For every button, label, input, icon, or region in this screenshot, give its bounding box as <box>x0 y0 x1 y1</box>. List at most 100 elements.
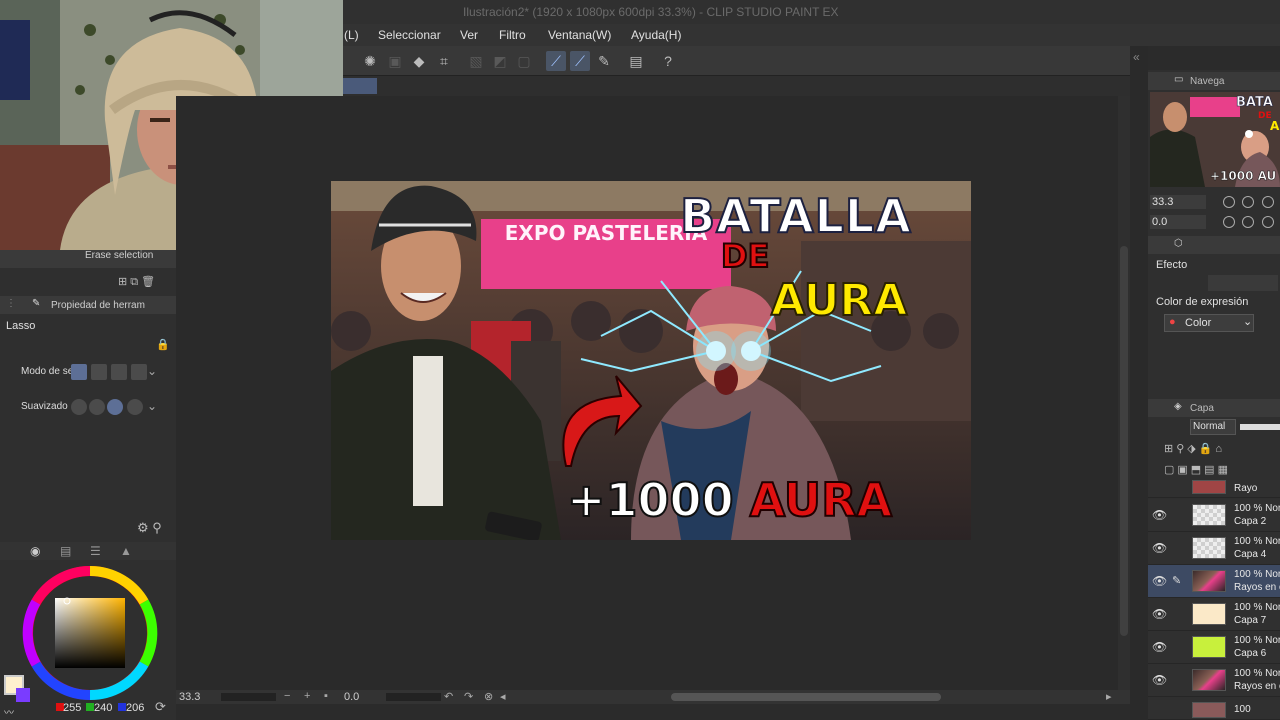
navigator-header: ▭ Navega <box>1148 72 1280 90</box>
ruler-snap-icon[interactable]: ⟋ <box>546 51 566 71</box>
canvas-tab[interactable] <box>343 78 377 94</box>
rotate-right-icon[interactable]: ↷ <box>464 690 473 703</box>
canvas[interactable]: EXPO PASTELERÍA BATALLA DE AURA +1000 AU… <box>331 181 971 540</box>
layer-actions-icon[interactable]: ▢▣⬒▤▦ <box>1164 463 1231 476</box>
add-selection-button[interactable] <box>91 364 107 380</box>
rotation-value[interactable]: 0.0 <box>344 691 359 703</box>
menu-view[interactable]: Ver <box>460 28 478 42</box>
layer-row[interactable]: Rayo <box>1148 480 1280 498</box>
nav-zoom-out-icon[interactable] <box>1223 196 1235 208</box>
reset-rotation-icon[interactable]: ⊗ <box>484 690 493 703</box>
horizontal-scroll-thumb[interactable] <box>671 693 941 701</box>
grid-snap-icon[interactable]: ✎ <box>594 51 614 71</box>
layer-opacity: 100 % Nor <box>1234 503 1280 514</box>
collapse-icon[interactable]: « <box>1133 50 1140 64</box>
layer-row[interactable]: 👁 100 % Nor Rayos en ojo <box>1148 664 1280 697</box>
menu-select[interactable]: Seleccionar <box>378 28 441 42</box>
layer-row[interactable]: 👁 ✎ 100 % Nor Rayos en ojo <box>1148 565 1280 598</box>
layer-tools-icon[interactable]: ⊞⚲⬗🔒⌂ <box>1164 442 1225 455</box>
sub-color-swatch[interactable] <box>16 688 30 702</box>
editing-pen-icon: ✎ <box>1172 575 1182 587</box>
new-selection-button[interactable] <box>71 364 87 380</box>
smoothing-level-1[interactable] <box>71 399 87 415</box>
visibility-eye-icon[interactable]: 👁 <box>1152 640 1167 654</box>
layer-row[interactable]: 👁 100 % Nor Capa 4 <box>1148 532 1280 565</box>
sub-tool-actions-icon[interactable]: ⊞ ⧉ 🗑 <box>118 275 155 289</box>
zoom-slider[interactable] <box>221 693 276 701</box>
crop-icon[interactable]: ⌗ <box>434 51 454 71</box>
navigator-preview[interactable]: BATA DE A +1000 AU <box>1150 92 1280 187</box>
menu-filter[interactable]: Filtro <box>499 28 526 42</box>
color-mode-icon[interactable]: ⟳ <box>155 699 166 715</box>
nav-rotate-left-icon[interactable] <box>1223 216 1235 228</box>
vertical-scroll-thumb[interactable] <box>1120 246 1128 636</box>
expression-color-select[interactable]: ● Color ⌄ <box>1164 314 1254 332</box>
layer-row[interactable]: 👁 100 % Nor Capa 6 <box>1148 631 1280 664</box>
navigator-rotation[interactable]: 0.0 <box>1150 215 1206 229</box>
visibility-eye-icon[interactable]: 👁 <box>1152 541 1167 555</box>
opacity-slider[interactable] <box>1240 424 1280 430</box>
nav-fit-icon[interactable] <box>1262 196 1274 208</box>
color-wheel[interactable] <box>20 563 160 703</box>
navigator-zoom[interactable]: 33.3 <box>1150 195 1206 209</box>
tablet-icon[interactable]: ▤ <box>626 51 646 71</box>
transparent-color-icon[interactable]: 〰 <box>4 704 34 719</box>
subtract-selection-button[interactable] <box>111 364 127 380</box>
effect-buttons[interactable] <box>1208 275 1278 291</box>
scroll-left-icon[interactable]: ◂ <box>500 690 506 703</box>
canvas-vertical-scrollbar[interactable] <box>1118 96 1130 690</box>
layer-opacity: 100 % Nor <box>1234 668 1280 679</box>
visibility-eye-icon[interactable]: 👁 <box>1152 607 1167 621</box>
special-ruler-snap-icon[interactable]: ⟋ <box>570 51 590 71</box>
scroll-right-icon[interactable]: ▸ <box>1106 690 1112 703</box>
menu-window[interactable]: Ventana(W) <box>548 28 611 42</box>
layer-name: Rayos en ojo <box>1234 681 1280 692</box>
layer-row[interactable]: 👁 100 % Nor Capa 2 <box>1148 499 1280 532</box>
green-indicator <box>86 703 94 711</box>
transform-icon[interactable]: ▣ <box>385 51 405 71</box>
color-slider-tab-icon[interactable]: ☰ <box>90 544 101 558</box>
chevron-down-icon[interactable]: ⌄ <box>147 399 157 413</box>
visibility-eye-icon[interactable]: 👁 <box>1152 673 1167 687</box>
selection-invert-icon[interactable]: ◩ <box>490 51 510 71</box>
loading-icon[interactable]: ✺ <box>360 51 380 71</box>
smoothing-level-3[interactable] <box>107 399 123 415</box>
rotate-left-icon[interactable]: ↶ <box>444 690 453 703</box>
zoom-in-icon[interactable]: + <box>304 690 310 702</box>
visibility-eye-icon[interactable]: 👁 <box>1152 508 1167 522</box>
drag-handle-icon[interactable]: ⋮ <box>6 298 16 309</box>
visibility-eye-icon[interactable]: 👁 <box>1152 574 1167 588</box>
blend-mode-select[interactable]: Normal <box>1190 419 1236 435</box>
layer-row[interactable]: 👁 100 % Nor Capa 7 <box>1148 598 1280 631</box>
help-icon[interactable]: ? <box>658 51 678 71</box>
zoom-value[interactable]: 33.3 <box>179 691 200 703</box>
rotation-slider[interactable] <box>386 693 441 701</box>
smoothing-level-2[interactable] <box>89 399 105 415</box>
chevron-down-icon[interactable]: ⌄ <box>147 364 157 378</box>
smoothing-level-4[interactable] <box>127 399 143 415</box>
nav-reset-icon[interactable] <box>1262 216 1274 228</box>
tool-property-tab[interactable]: Propiedad de herram <box>51 300 145 311</box>
layer-row[interactable]: 100 <box>1148 700 1280 720</box>
menu-layer[interactable]: (L) <box>344 28 359 42</box>
nav-rotate-right-icon[interactable] <box>1242 216 1254 228</box>
nav-zoom-in-icon[interactable] <box>1242 196 1254 208</box>
headline-batalla: BATALLA <box>679 188 912 244</box>
selection-border-icon[interactable]: ▢ <box>514 51 534 71</box>
color-wheel-tab-icon[interactable]: ◉ <box>30 544 40 558</box>
settings-icon[interactable]: ⚙ ⚲ <box>137 520 162 536</box>
navigator-tab[interactable]: Navega <box>1190 76 1224 87</box>
fill-icon[interactable]: ◆ <box>409 51 429 71</box>
selection-clear-icon[interactable]: ▧ <box>466 51 486 71</box>
lock-icon[interactable]: 🔒 <box>156 338 170 351</box>
menu-help[interactable]: Ayuda(H) <box>631 28 681 42</box>
fit-icon[interactable]: ▪ <box>324 690 328 702</box>
layer-tab[interactable]: Capa <box>1190 403 1214 414</box>
nav-preview-text: BATA <box>1236 95 1273 110</box>
color-set-tab-icon[interactable]: ▤ <box>60 544 71 558</box>
intersect-selection-button[interactable] <box>131 364 147 380</box>
zoom-out-icon[interactable]: − <box>284 690 290 702</box>
sub-tool-label[interactable]: Erase selection <box>85 250 153 261</box>
layer-name: Capa 4 <box>1234 549 1267 560</box>
intermediate-color-tab-icon[interactable]: ▲ <box>120 544 132 558</box>
